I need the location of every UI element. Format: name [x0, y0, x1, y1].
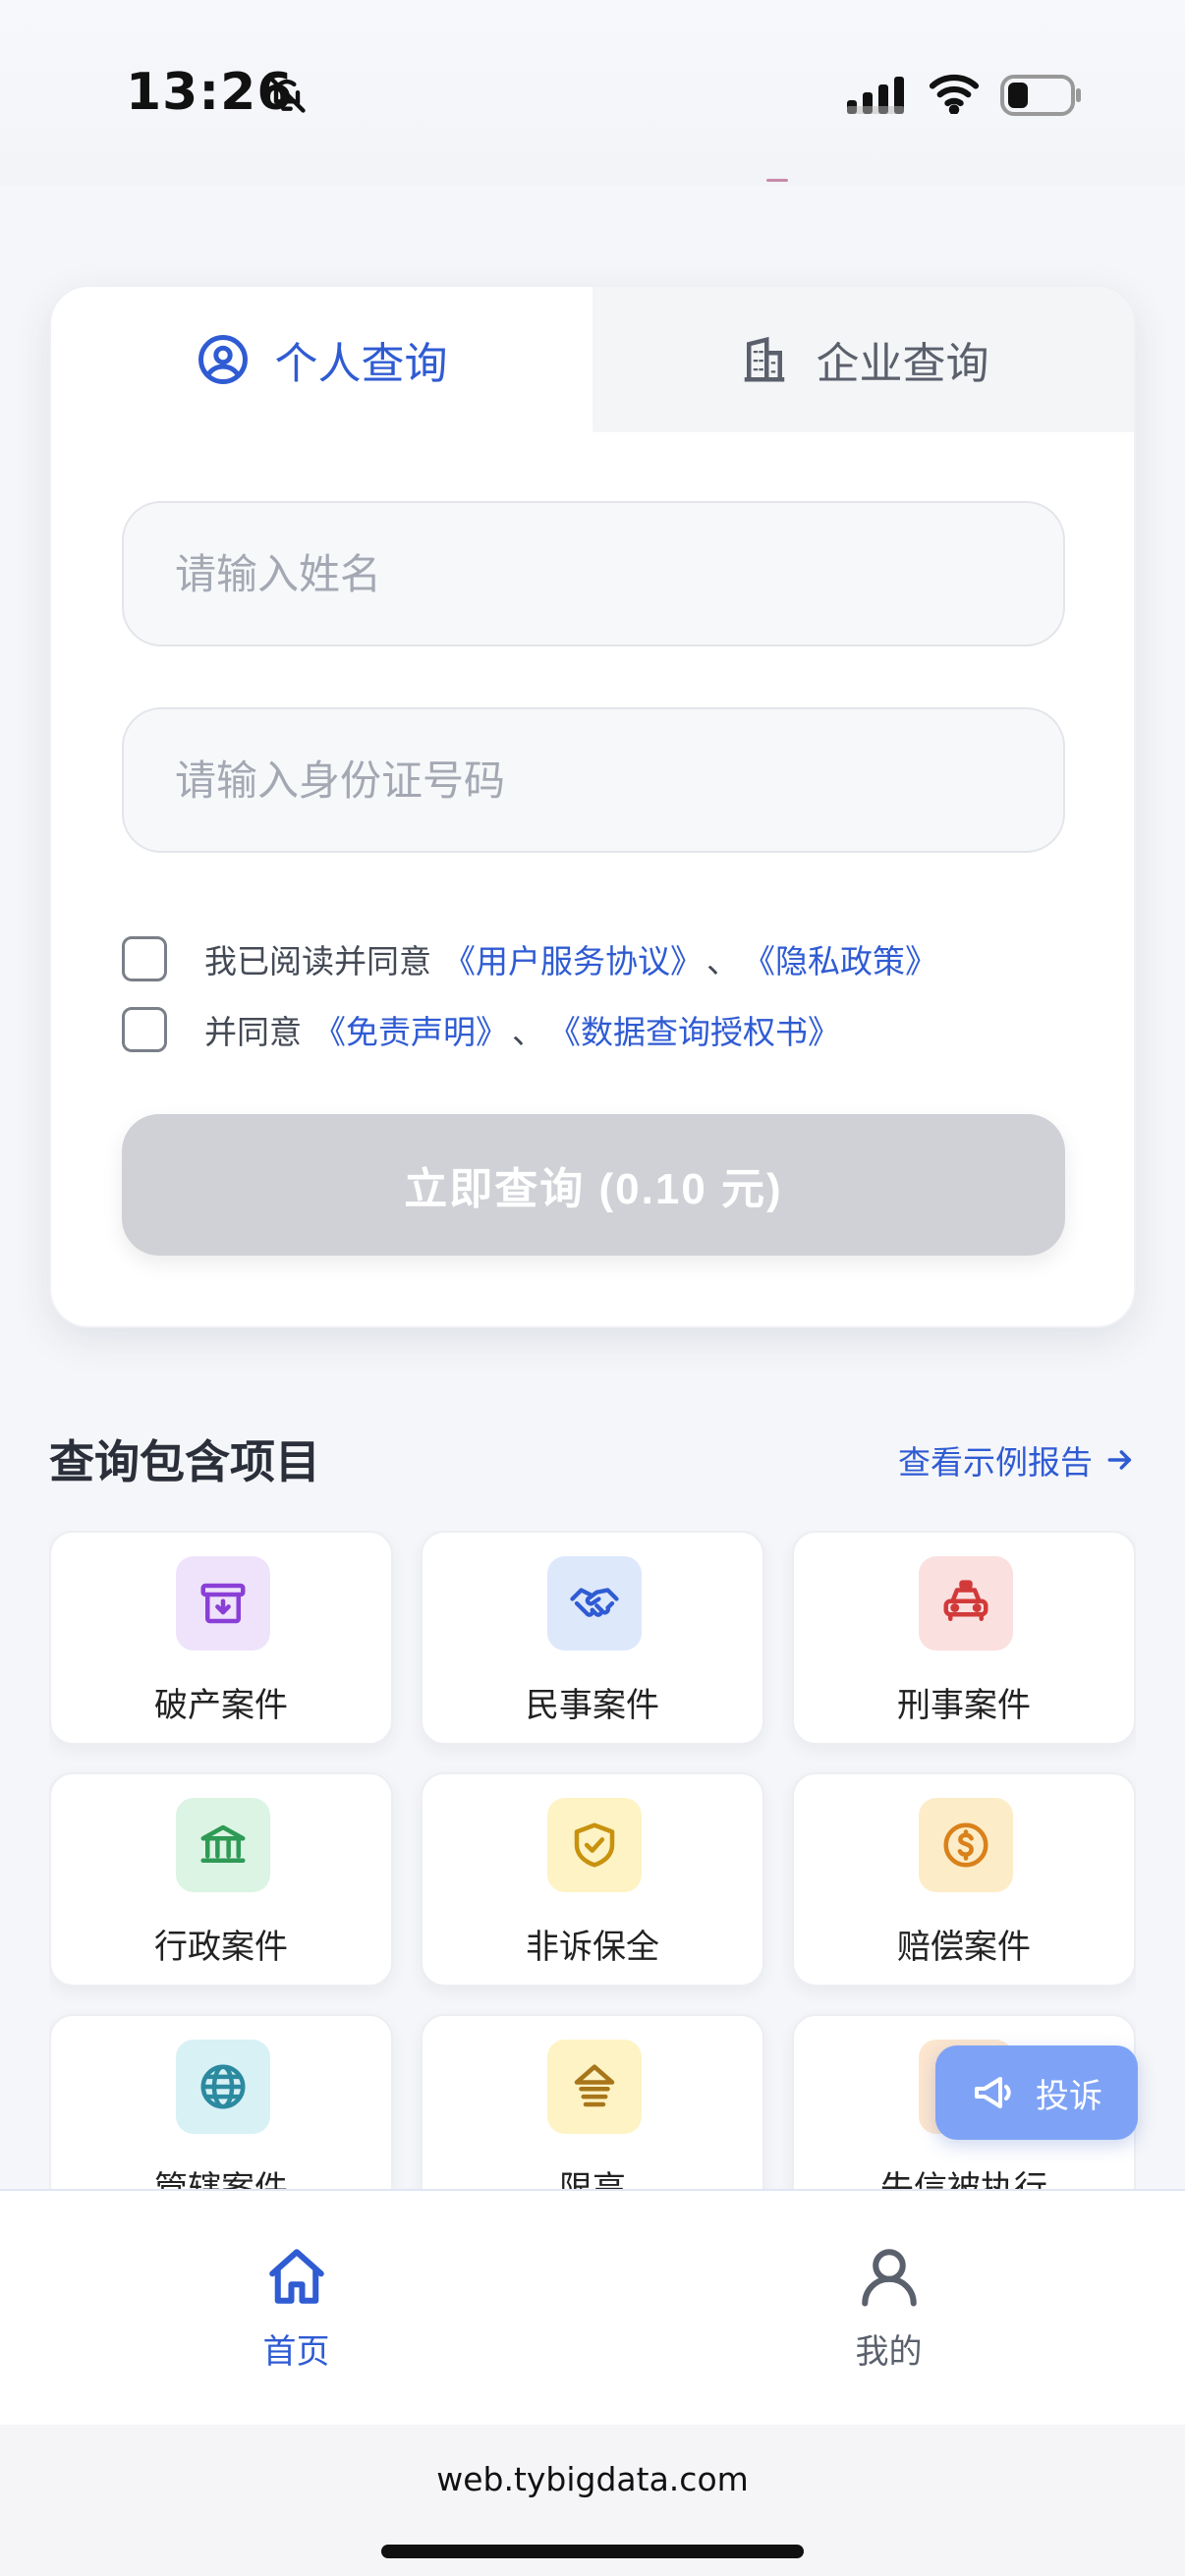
item-compensation[interactable]: 赔偿案件: [792, 1772, 1136, 1987]
id-number-field[interactable]: [122, 707, 1065, 853]
status-bar: 13:26: [0, 0, 1185, 187]
agreement-row-2: 并同意 《免责声明》 、 《数据查询授权书》: [122, 1006, 840, 1053]
item-label: 管辖案件: [154, 2169, 288, 2191]
user-service-agreement-link[interactable]: 《用户服务协议》: [443, 935, 703, 982]
item-jurisdiction[interactable]: 管辖案件: [49, 2014, 393, 2191]
item-icon-bg: [547, 1556, 642, 1651]
query-tabs: 个人查询 企业查询: [51, 287, 1134, 432]
home-indicator[interactable]: [381, 2545, 804, 2558]
item-label: 民事案件: [526, 1686, 659, 1725]
item-administrative[interactable]: 行政案件: [49, 1772, 393, 1987]
item-icon-bg: [919, 1798, 1013, 1892]
agreement-row-1: 我已阅读并同意 《用户服务协议》 、 《隐私政策》: [122, 935, 937, 982]
item-label: 限高: [559, 2169, 626, 2191]
disclaimer-link[interactable]: 《免责声明》: [313, 1006, 508, 1053]
nav-mine-label: 我的: [855, 2331, 923, 2372]
item-icon-bg: [547, 1798, 642, 1892]
item-label: 赔偿案件: [897, 1928, 1031, 1967]
item-label: 刑事案件: [897, 1686, 1031, 1725]
agreement-2-text: 并同意: [204, 1013, 302, 1051]
item-non-litigation[interactable]: 非诉保全: [421, 1772, 764, 1987]
item-label: 失信被执行: [880, 2169, 1047, 2191]
privacy-policy-link[interactable]: 《隐私政策》: [743, 935, 937, 982]
item-label: 破产案件: [154, 1686, 288, 1725]
building-icon: [744, 336, 784, 382]
query-now-button[interactable]: 立即查询 (0.10 元): [122, 1114, 1065, 1256]
item-icon-bg: [919, 1556, 1013, 1651]
complaint-label: 投诉: [1036, 2076, 1102, 2116]
item-label: 行政案件: [154, 1928, 288, 1967]
police-car-icon: [943, 1580, 988, 1621]
tab-personal-query[interactable]: 个人查询: [51, 287, 592, 432]
arrow-right-icon: [1107, 1450, 1132, 1470]
dollar-circle-icon: [943, 1822, 988, 1868]
url-text[interactable]: web.tybigdata.com: [0, 2460, 1185, 2498]
wifi-icon: [929, 74, 980, 114]
nav-home-label: 首页: [262, 2331, 330, 2372]
item-icon-bg: [547, 2040, 642, 2134]
complaint-button[interactable]: 投诉: [935, 2045, 1138, 2140]
tab-personal-label: 个人查询: [274, 339, 448, 389]
item-criminal[interactable]: 刑事案件: [792, 1531, 1136, 1745]
item-bankruptcy[interactable]: 破产案件: [49, 1531, 393, 1745]
view-sample-report-link[interactable]: 查看示例报告: [898, 1436, 1136, 1484]
agreement-1-text: 我已阅读并同意: [204, 942, 431, 980]
tab-enterprise-query[interactable]: 企业查询: [592, 287, 1134, 432]
item-icon-bg: [176, 1798, 270, 1892]
user-circle-icon: [198, 335, 248, 384]
item-label: 非诉保全: [526, 1928, 659, 1967]
home-icon: [268, 2248, 324, 2304]
bell-off-icon: [268, 76, 306, 113]
agreement-checkbox-1[interactable]: [122, 936, 167, 981]
item-civil[interactable]: 民事案件: [421, 1531, 764, 1745]
item-icon-bg: [176, 2040, 270, 2134]
name-input[interactable]: [173, 548, 1014, 599]
item-icon-bg: [176, 1556, 270, 1651]
archive-download-icon: [200, 1583, 246, 1624]
decorative-dash: [766, 179, 788, 182]
item-consumption-limit[interactable]: 限高: [421, 2014, 764, 2191]
tab-enterprise-label: 企业查询: [816, 339, 989, 389]
browser-url-bar: web.tybigdata.com: [0, 2425, 1185, 2576]
megaphone-icon: [975, 2077, 1011, 2108]
section-title: 查询包含项目: [49, 1435, 320, 1488]
handshake-icon: [570, 1588, 619, 1617]
signal-icon: [847, 77, 904, 114]
id-number-input[interactable]: [173, 755, 1014, 806]
agreement-2-separator: 、: [512, 1013, 544, 1051]
nav-mine[interactable]: 我的: [592, 2191, 1185, 2425]
shield-check-icon: [574, 1822, 615, 1868]
data-query-authorization-link[interactable]: 《数据查询授权书》: [548, 1006, 840, 1053]
bottom-nav: 首页 我的: [0, 2189, 1185, 2425]
query-card: 个人查询 企业查询 我已阅读并同意 《用户服务协议》 、 《隐私政策》 并同意 …: [49, 285, 1136, 1328]
battery-icon: [1000, 75, 1081, 116]
name-field[interactable]: [122, 501, 1065, 646]
bank-icon: [200, 1824, 246, 1863]
agreement-1-separator: 、: [706, 942, 739, 980]
globe-icon: [200, 2064, 246, 2109]
agreement-checkbox-2[interactable]: [122, 1007, 167, 1052]
sample-link-label: 查看示例报告: [898, 1443, 1093, 1482]
user-icon: [861, 2248, 917, 2307]
nav-home[interactable]: 首页: [0, 2191, 592, 2425]
limit-up-icon: [574, 2064, 615, 2107]
